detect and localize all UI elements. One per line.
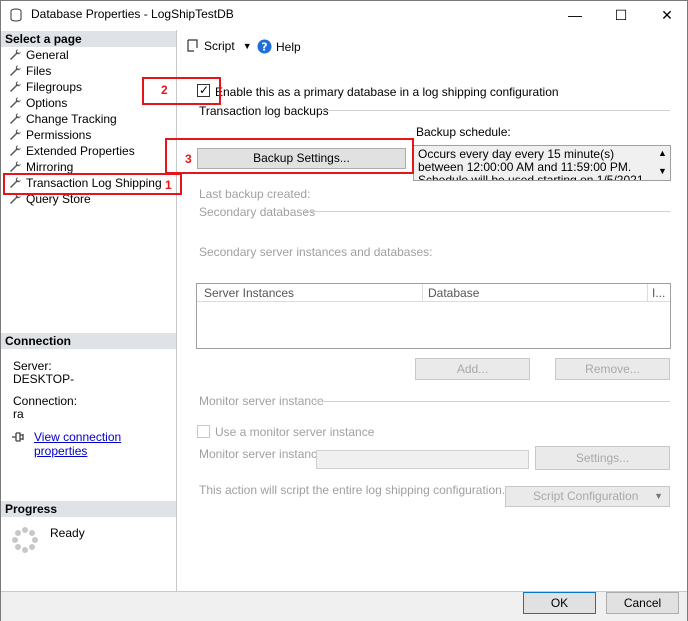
help-icon: ? — [257, 39, 272, 54]
secondary-instances-label: Secondary server instances and databases… — [199, 245, 433, 259]
wrench-icon — [10, 129, 21, 140]
backup-schedule-text: Occurs every day every 15 minute(s) betw… — [418, 147, 647, 181]
connection-value: ra — [13, 407, 24, 421]
script-configuration-button[interactable]: Script Configuration ▼ — [505, 486, 670, 507]
server-value: DESKTOP- — [13, 372, 75, 386]
use-monitor-checkbox[interactable] — [197, 425, 210, 438]
sidebar-item-label: Change Tracking — [26, 112, 117, 126]
title-bar: Database Properties - LogShipTestDB — ☐ … — [1, 1, 687, 29]
sidebar-item-general[interactable]: General — [1, 47, 176, 63]
sidebar-item-label: Filegroups — [26, 80, 83, 94]
sidebar-item-extended-properties[interactable]: Extended Properties — [1, 143, 176, 159]
toolbar: Script ▼ ? Help — [178, 30, 687, 60]
annotation-number-2: 2 — [161, 83, 168, 97]
script-note: This action will script the entire log s… — [199, 483, 506, 497]
monitor-instance-label: Monitor server instance — [199, 447, 324, 461]
backup-schedule-textbox[interactable]: Occurs every day every 15 minute(s) betw… — [413, 145, 671, 181]
close-button[interactable]: ✕ — [644, 1, 688, 29]
annotation-box-backup-settings — [165, 138, 414, 174]
sidebar-item-label: Mirroring — [26, 160, 74, 174]
sidebar-item-label: Options — [26, 96, 68, 110]
connection-plug-icon — [12, 432, 24, 442]
script-configuration-label: Script Configuration — [533, 489, 639, 503]
window-title: Database Properties - LogShipTestDB — [31, 7, 234, 21]
script-button[interactable]: Script ▼ — [185, 39, 252, 53]
annotation-number-3: 3 — [185, 152, 192, 166]
divider — [305, 211, 670, 212]
cancel-button[interactable]: Cancel — [606, 592, 679, 614]
grid-column-header: Database — [428, 286, 480, 300]
connection-label: Connection: — [13, 394, 78, 408]
use-monitor-label: Use a monitor server instance — [215, 425, 375, 439]
main-panel: Script ▼ ? Help ✓ Enable this as a prima… — [178, 30, 687, 591]
scrollbar[interactable]: ▲ ▼ — [655, 146, 670, 180]
annotation-number-1: 1 — [165, 178, 172, 192]
connection-header: Connection — [1, 333, 176, 349]
scroll-up-icon: ▲ — [658, 148, 667, 158]
scroll-down-icon: ▼ — [658, 166, 667, 176]
sidebar: Select a page General Files Filegroups O… — [1, 30, 177, 591]
database-properties-dialog: Database Properties - LogShipTestDB — ☐ … — [0, 0, 688, 621]
maximize-button[interactable]: ☐ — [598, 1, 644, 29]
monitor-instance-field[interactable] — [316, 450, 529, 469]
script-label: Script — [204, 39, 235, 53]
last-backup-label: Last backup created: — [199, 187, 311, 201]
enable-primary-label: Enable this as a primary database in a l… — [215, 85, 559, 99]
sidebar-item-label: Extended Properties — [26, 144, 135, 158]
wrench-icon — [10, 97, 21, 108]
chevron-down-icon: ▼ — [654, 491, 663, 501]
help-button[interactable]: ? Help — [257, 39, 301, 54]
remove-button[interactable]: Remove... — [555, 358, 670, 380]
sidebar-item-label: Permissions — [26, 128, 92, 142]
script-icon — [187, 39, 198, 52]
add-button[interactable]: Add... — [415, 358, 530, 380]
wrench-icon — [10, 65, 21, 76]
monitor-settings-button[interactable]: Settings... — [535, 446, 670, 470]
grid-column-header: Server Instances — [204, 286, 295, 300]
svg-text:?: ? — [261, 41, 267, 54]
secondary-databases-grid[interactable]: Server Instances Database I... — [196, 283, 671, 349]
help-label: Help — [276, 39, 301, 54]
wrench-icon — [10, 161, 21, 172]
wrench-icon — [10, 113, 21, 124]
wrench-icon — [10, 49, 21, 60]
sidebar-item-change-tracking[interactable]: Change Tracking — [1, 111, 176, 127]
transaction-log-backups-label: Transaction log backups — [199, 104, 329, 118]
annotation-box-transaction-log-shipping — [3, 173, 182, 195]
wrench-icon — [10, 145, 21, 156]
secondary-databases-label: Secondary databases — [199, 205, 316, 219]
sidebar-item-label: Files — [26, 64, 52, 78]
view-connection-properties-link[interactable]: View connection properties — [34, 430, 176, 458]
chevron-down-icon: ▼ — [242, 41, 252, 51]
minimize-button[interactable]: — — [552, 1, 598, 29]
progress-header: Progress — [1, 501, 176, 517]
wrench-icon — [10, 81, 21, 92]
progress-status: Ready — [50, 526, 85, 540]
sidebar-item-permissions[interactable]: Permissions — [1, 127, 176, 143]
progress-spinner-icon — [12, 527, 38, 553]
select-page-header: Select a page — [1, 31, 176, 47]
divider — [321, 110, 670, 111]
ok-button[interactable]: OK — [523, 592, 596, 614]
database-icon — [10, 8, 22, 22]
backup-schedule-label: Backup schedule: — [416, 125, 511, 139]
annotation-box-enable-checkbox — [142, 77, 221, 105]
grid-header: Server Instances Database I... — [197, 284, 670, 302]
grid-column-header: I... — [652, 286, 666, 300]
dialog-footer: OK Cancel — [1, 591, 687, 621]
column-separator — [422, 284, 423, 302]
server-label: Server: — [13, 359, 52, 373]
column-separator — [647, 284, 648, 302]
divider — [315, 401, 670, 402]
monitor-server-group-label: Monitor server instance — [199, 394, 324, 408]
sidebar-item-label: General — [26, 48, 69, 62]
